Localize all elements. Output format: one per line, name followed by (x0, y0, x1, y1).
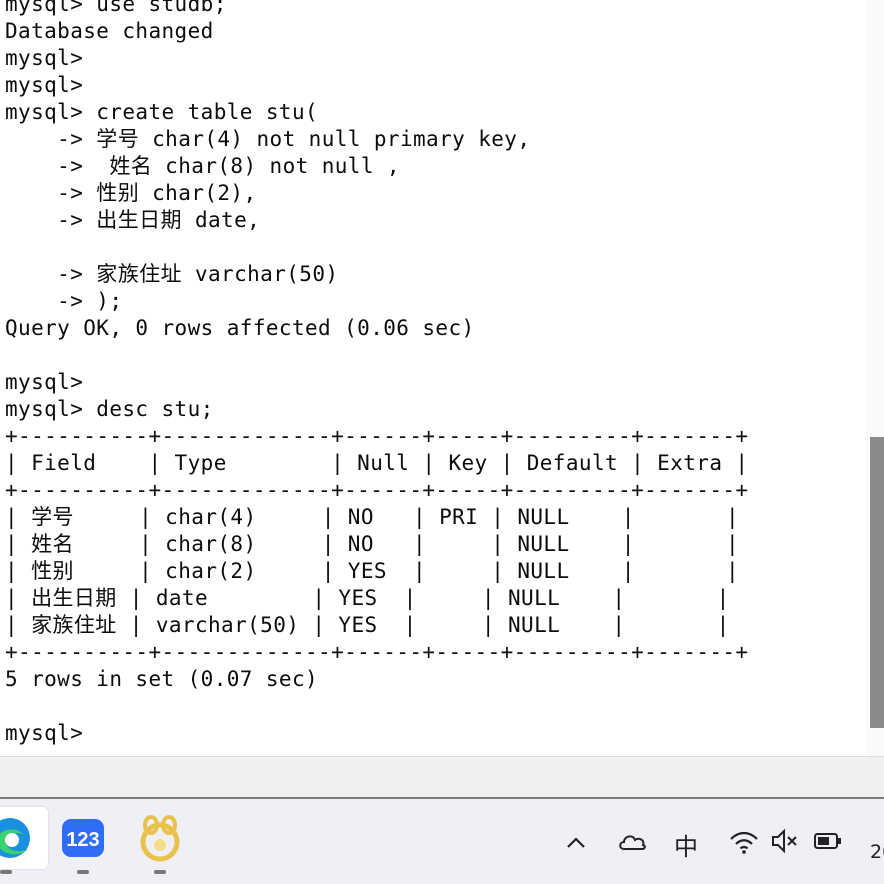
taskbar-app-edge[interactable] (0, 807, 48, 869)
scrollbar-thumb[interactable] (870, 437, 884, 728)
chevron-up-icon (567, 837, 585, 848)
network-button[interactable] (728, 821, 760, 865)
terminal-line: | Field | Type | Null | Key | Default | … (5, 451, 749, 475)
battery-button[interactable] (812, 821, 844, 865)
terminal-line: -> 出生日期 date, (5, 208, 261, 232)
terminal-line: | 学号 | char(4) | NO | PRI | NULL | | (5, 505, 740, 529)
cloud-icon (619, 835, 646, 850)
wifi-icon (730, 831, 758, 854)
onedrive-tray-button[interactable] (616, 821, 648, 865)
terminal-line: Query OK, 0 rows affected (0.06 sec) (5, 316, 475, 340)
taskbar-indicator (77, 870, 89, 874)
terminal-line: -> ); (5, 289, 123, 313)
terminal-line: mysql> create table stu( (5, 100, 319, 124)
terminal-prompt[interactable]: mysql> (5, 720, 748, 747)
window-bottom-strip (0, 756, 884, 798)
navicat-icon (140, 815, 180, 862)
terminal-line: mysql> (5, 73, 84, 97)
terminal-window[interactable]: mysql> use studb; Database changed mysql… (0, 0, 866, 756)
terminal-line: -> 性别 char(2), (5, 181, 257, 205)
taskbar-active-indicator (0, 870, 12, 874)
terminal-line: 5 rows in set (0.07 sec) (5, 667, 319, 691)
terminal-line: | 性别 | char(2) | YES | | NULL | | (5, 559, 740, 583)
terminal-line: | 姓名 | char(8) | NO | | NULL | | (5, 532, 740, 556)
show-hidden-icons-button[interactable] (564, 821, 588, 865)
taskbar-app-navicat[interactable] (129, 807, 191, 869)
terminal-line: mysql> (5, 46, 84, 70)
volume-muted-icon (772, 828, 797, 854)
terminal-line: -> 家族住址 varchar(50) (5, 262, 339, 286)
clock-text[interactable]: 20 (870, 841, 884, 863)
terminal-line: +----------+-------------+------+-----+-… (5, 640, 749, 664)
taskbar-app-123[interactable]: 123 (52, 807, 114, 869)
123-app-icon: 123 (62, 819, 104, 857)
volume-button[interactable] (770, 821, 800, 865)
terminal-line: -> 学号 char(4) not null primary key, (5, 127, 531, 151)
taskbar: 123 中 2 (0, 797, 884, 884)
terminal-line: +----------+-------------+------+-----+-… (5, 478, 749, 502)
terminal-line: mysql> use studb; (5, 0, 227, 16)
terminal-line: mysql> (5, 370, 84, 394)
battery-icon (814, 833, 841, 849)
terminal-line: -> 姓名 char(8) not null , (5, 154, 400, 178)
terminal-line: Database changed (5, 19, 214, 43)
terminal-line: | 出生日期 | date | YES | | NULL | | (5, 586, 730, 610)
terminal-line: | 家族住址 | varchar(50) | YES | | NULL | | (5, 613, 730, 637)
taskbar-indicator (154, 870, 166, 874)
edge-browser-icon (0, 818, 30, 858)
terminal-output: mysql> use studb; Database changed mysql… (5, 0, 748, 747)
123-app-label: 123 (66, 829, 99, 851)
terminal-line: mysql> desc stu; (5, 397, 214, 421)
input-method-indicator[interactable]: 中 (674, 827, 698, 862)
terminal-line: +----------+-------------+------+-----+-… (5, 424, 749, 448)
